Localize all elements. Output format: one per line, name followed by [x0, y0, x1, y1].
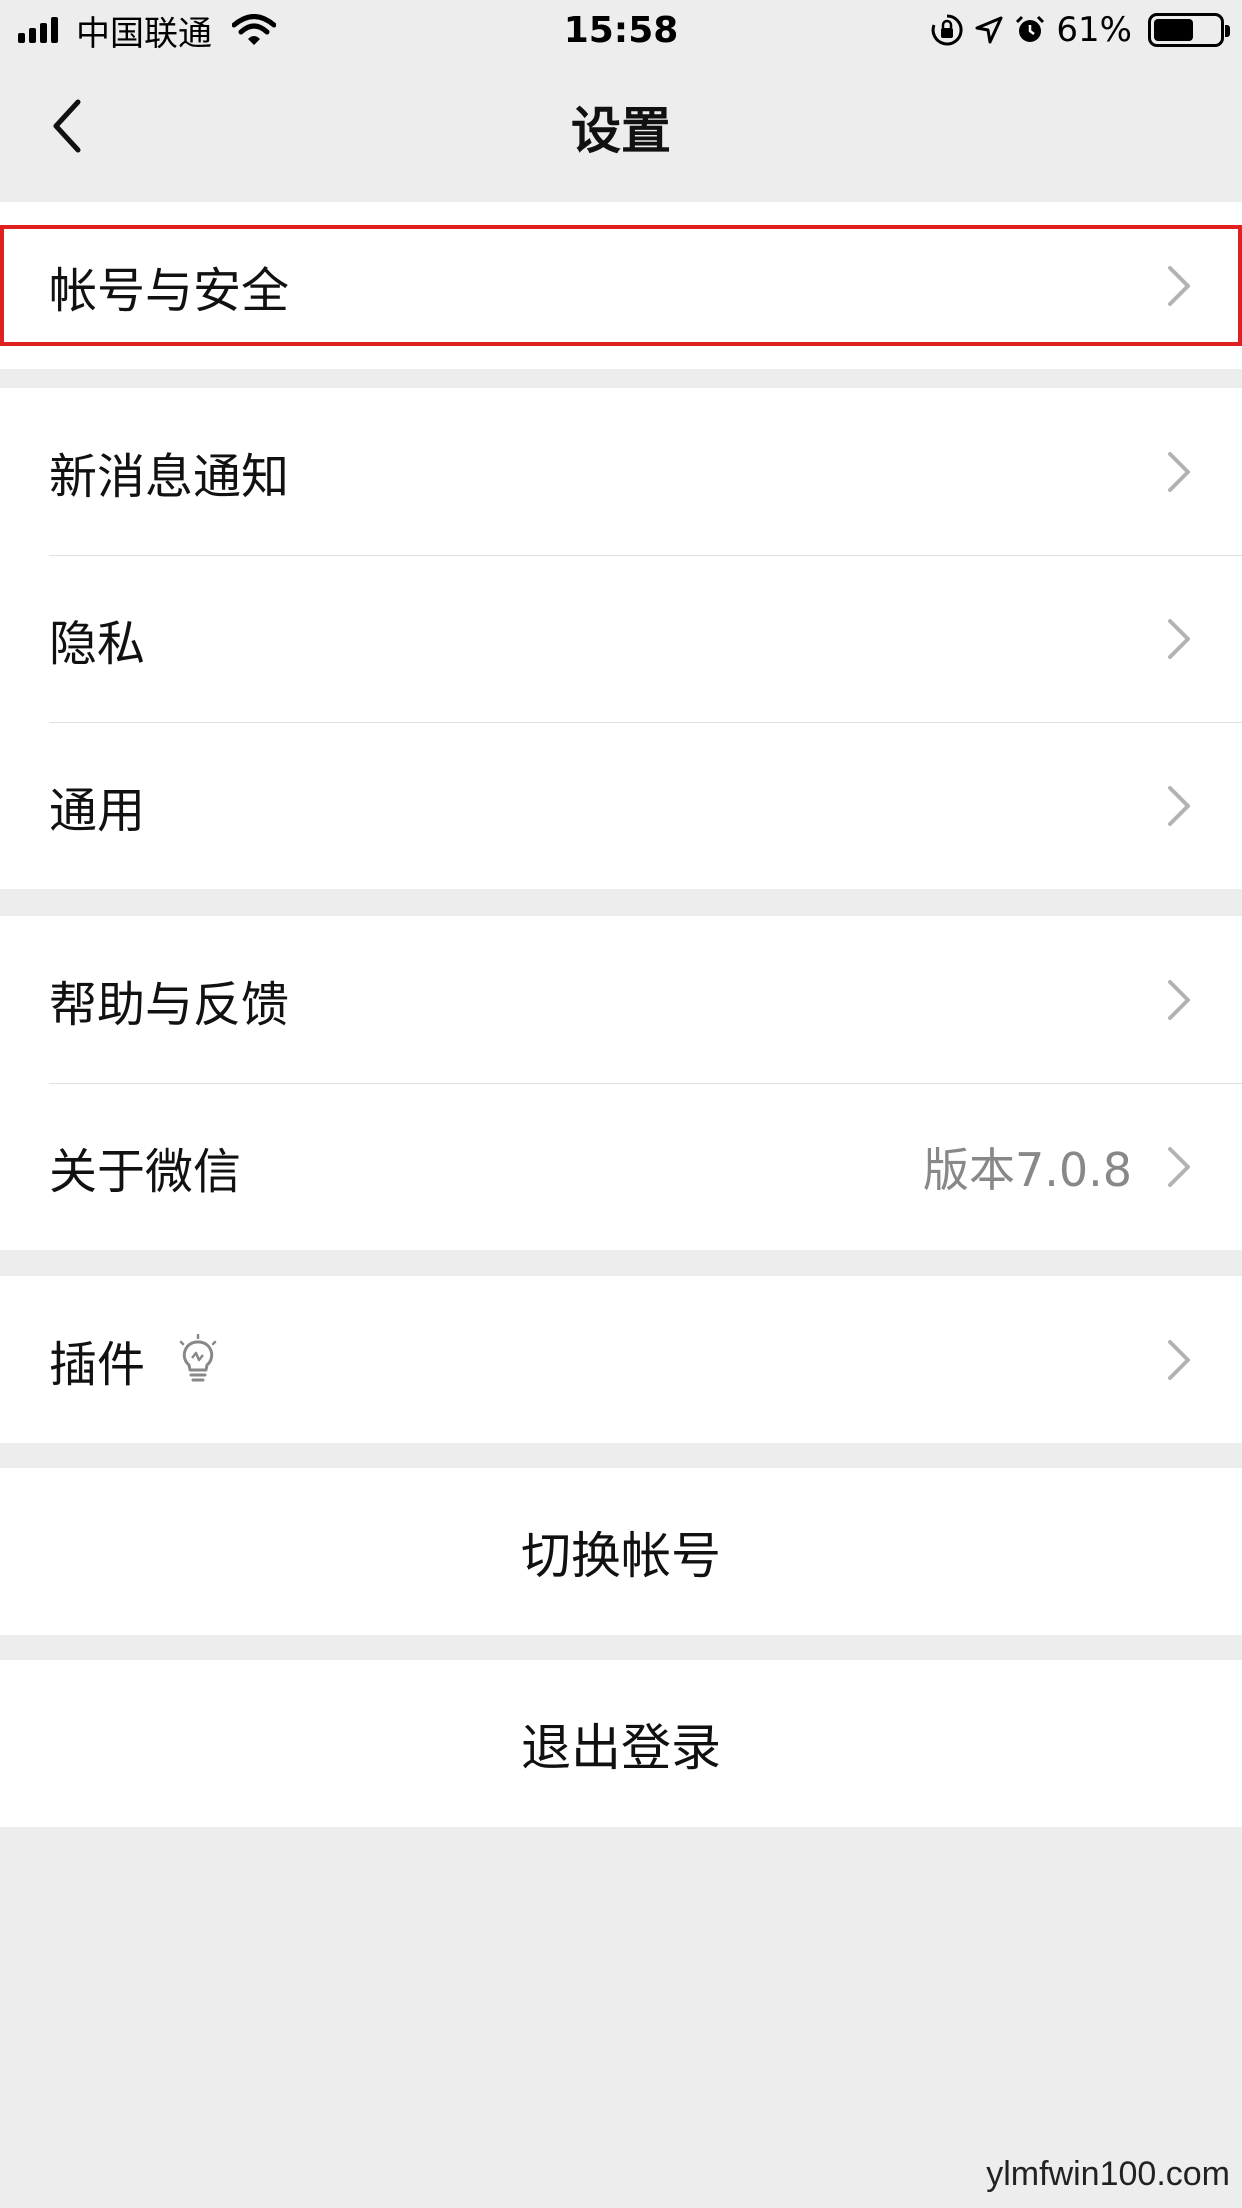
- status-bar: 中国联通 15:58 61%: [0, 0, 1242, 60]
- settings-group-about: 帮助与反馈 关于微信 版本7.0.8: [0, 916, 1242, 1250]
- settings-item-privacy[interactable]: 隐私: [0, 555, 1242, 722]
- back-button[interactable]: [50, 96, 110, 156]
- settings-item-label: 关于微信: [49, 1143, 242, 1200]
- chevron-right-icon: [1166, 1338, 1192, 1382]
- settings-item-label: 插件: [49, 1336, 146, 1393]
- settings-group-main: 新消息通知 隐私 通用: [0, 388, 1242, 889]
- settings-item-about-wechat[interactable]: 关于微信 版本7.0.8: [0, 1083, 1242, 1250]
- watermark: ylmfwin100.com: [986, 2155, 1230, 2193]
- chevron-left-icon: [53, 99, 81, 153]
- chevron-right-icon: [1166, 784, 1192, 828]
- settings-item-notifications[interactable]: 新消息通知: [0, 388, 1242, 555]
- battery-percent: 61%: [1056, 10, 1132, 50]
- switch-account-group: 切换帐号: [0, 1468, 1242, 1635]
- chevron-right-icon: [1166, 617, 1192, 661]
- settings-item-label: 帮助与反馈: [49, 976, 290, 1033]
- chevron-right-icon: [1166, 1145, 1192, 1189]
- switch-account-label: 切换帐号: [521, 1526, 721, 1585]
- rotation-lock-icon: [930, 13, 964, 47]
- switch-account-button[interactable]: 切换帐号: [0, 1468, 1242, 1635]
- settings-group-account: 帐号与安全: [0, 202, 1242, 369]
- settings-group-plugins: 插件: [0, 1276, 1242, 1443]
- carrier-label: 中国联通: [76, 13, 212, 54]
- settings-item-general[interactable]: 通用: [0, 722, 1242, 889]
- signal-icon: [18, 17, 58, 43]
- version-value: 版本7.0.8: [922, 1142, 1132, 1197]
- page-title: 设置: [571, 102, 671, 160]
- chevron-right-icon: [1166, 978, 1192, 1022]
- logout-button[interactable]: 退出登录: [0, 1660, 1242, 1827]
- settings-item-label: 帐号与安全: [49, 262, 290, 319]
- settings-item-account-security[interactable]: 帐号与安全: [0, 202, 1242, 369]
- settings-item-label: 通用: [49, 782, 146, 839]
- lightbulb-icon: [175, 1333, 221, 1386]
- battery-icon: [1148, 13, 1230, 47]
- nav-bar: 设置: [0, 60, 1242, 194]
- settings-item-label: 新消息通知: [49, 448, 290, 505]
- wifi-icon: [232, 14, 276, 46]
- location-icon: [974, 15, 1004, 45]
- settings-item-help-feedback[interactable]: 帮助与反馈: [0, 916, 1242, 1083]
- chevron-right-icon: [1166, 264, 1192, 308]
- settings-item-plugins[interactable]: 插件: [0, 1276, 1242, 1443]
- settings-item-label: 隐私: [49, 615, 146, 672]
- logout-label: 退出登录: [521, 1718, 721, 1777]
- logout-group: 退出登录: [0, 1660, 1242, 1827]
- alarm-icon: [1014, 14, 1046, 46]
- chevron-right-icon: [1166, 450, 1192, 494]
